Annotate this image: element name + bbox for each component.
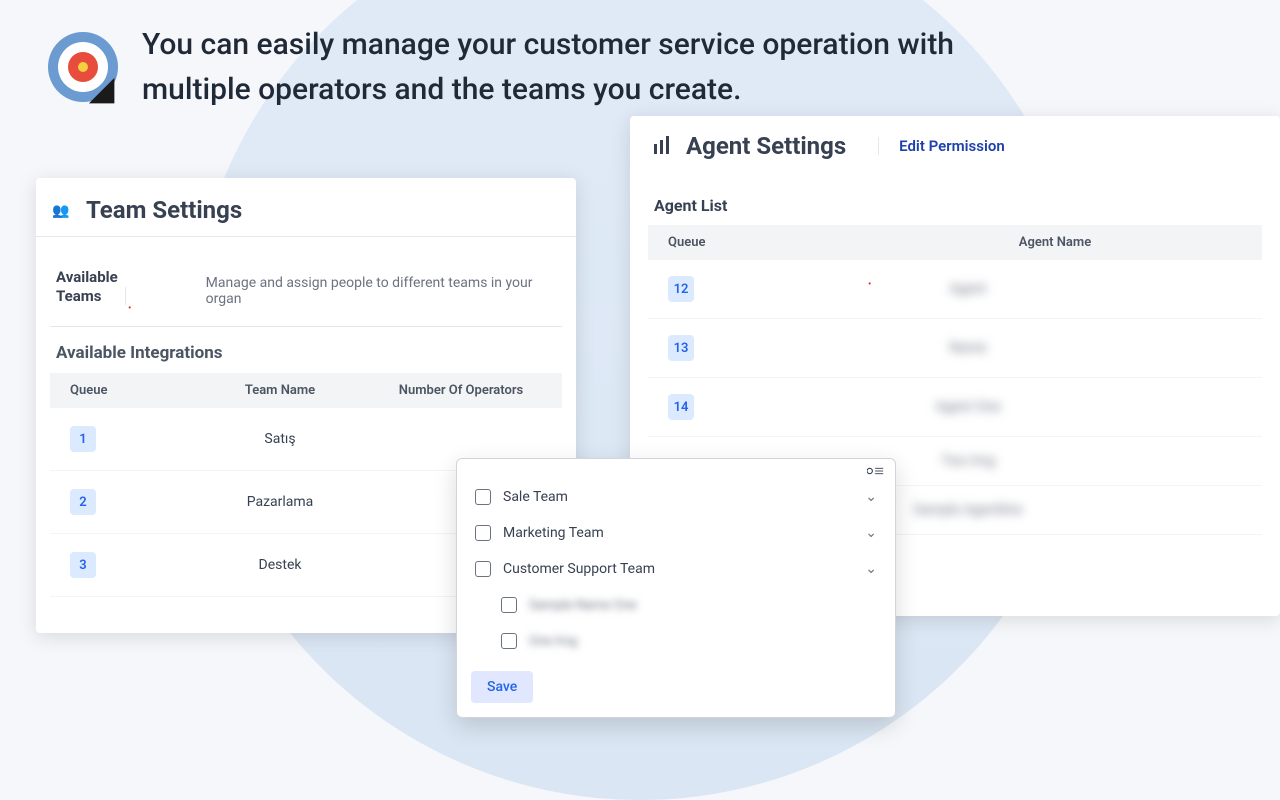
- checkbox[interactable]: [501, 597, 517, 613]
- checkbox[interactable]: [475, 489, 491, 505]
- col-team-name: Team Name: [180, 383, 380, 398]
- team-name-cell: Satış: [180, 431, 380, 447]
- team-name-cell: Pazarlama: [180, 494, 380, 510]
- agent-list-title: Agent List: [648, 190, 1262, 225]
- indicator-dot: •: [128, 303, 186, 314]
- agent-name-cell: Name: [868, 340, 1068, 356]
- queue-badge: 3: [70, 552, 96, 578]
- popup-item-label: Sale Team: [503, 489, 568, 505]
- edit-permission-link[interactable]: Edit Permission: [878, 137, 1005, 155]
- agent-settings-header: Agent Settings Edit Permission: [630, 116, 1280, 172]
- header-text: You can easily manage your customer serv…: [142, 22, 1042, 112]
- team-name-cell: Destek: [180, 557, 380, 573]
- agent-name-cell: Two Img: [868, 453, 1068, 469]
- queue-badge: 2: [70, 489, 96, 515]
- checkbox[interactable]: [501, 633, 517, 649]
- queue-badge: 13: [668, 335, 694, 361]
- popup-sub-option[interactable]: Sample Name One: [457, 587, 895, 623]
- popup-team-option[interactable]: Marketing Team ⌄: [457, 515, 895, 551]
- popup-sub-label: Sample Name One: [529, 598, 637, 613]
- teams-description: Manage and assign people to different te…: [186, 275, 556, 307]
- table-row[interactable]: 14 Agent One: [648, 378, 1262, 437]
- queue-badge: 12: [668, 276, 694, 302]
- queue-badge: 14: [668, 394, 694, 420]
- checkbox[interactable]: [475, 561, 491, 577]
- checkbox[interactable]: [475, 525, 491, 541]
- col-agent-name: Agent Name: [868, 235, 1242, 250]
- bars-icon: [650, 136, 674, 156]
- table-row[interactable]: 13 Name: [648, 319, 1262, 378]
- col-queue: Queue: [70, 383, 180, 398]
- integrations-title: Available Integrations: [50, 327, 562, 373]
- available-teams-label: Available Teams: [56, 268, 126, 305]
- agent-table-header: Queue Agent Name: [648, 225, 1262, 260]
- toggle-list-icon[interactable]: [867, 465, 885, 477]
- popup-item-label: Marketing Team: [503, 525, 604, 541]
- popup-item-label: Customer Support Team: [503, 561, 655, 577]
- popup-team-option[interactable]: Customer Support Team ⌄: [457, 551, 895, 587]
- col-num-operators: Number Of Operators: [380, 383, 542, 398]
- agent-settings-title: Agent Settings: [686, 132, 846, 160]
- chevron-down-icon[interactable]: ⌄: [865, 561, 877, 577]
- team-select-popup: Sale Team ⌄ Marketing Team ⌄ Customer Su…: [456, 458, 896, 718]
- target-icon: [48, 32, 118, 102]
- popup-sub-option[interactable]: One Img: [457, 623, 895, 659]
- agent-name-cell: Agent One: [868, 399, 1068, 415]
- col-queue: Queue: [668, 235, 868, 250]
- queue-badge: 1: [70, 426, 96, 452]
- people-icon: 👥: [52, 200, 76, 220]
- team-settings-title: Team Settings: [86, 196, 242, 224]
- chevron-down-icon[interactable]: ⌄: [865, 489, 877, 505]
- save-button[interactable]: Save: [471, 671, 533, 703]
- agent-name-cell: Agent: [868, 281, 1068, 297]
- team-settings-header: 👥 Team Settings: [36, 178, 576, 237]
- table-row[interactable]: • 12 Agent: [648, 260, 1262, 319]
- popup-sub-label: One Img: [529, 634, 577, 649]
- agent-name-cell: Sample Agentline: [868, 502, 1068, 518]
- team-table-header: Queue Team Name Number Of Operators: [50, 373, 562, 408]
- available-teams-row: Available Teams • Manage and assign peop…: [50, 251, 562, 327]
- page-header: You can easily manage your customer serv…: [48, 22, 1042, 112]
- svg-text:👥: 👥: [52, 203, 69, 219]
- popup-team-option[interactable]: Sale Team ⌄: [457, 479, 895, 515]
- chevron-down-icon[interactable]: ⌄: [865, 525, 877, 541]
